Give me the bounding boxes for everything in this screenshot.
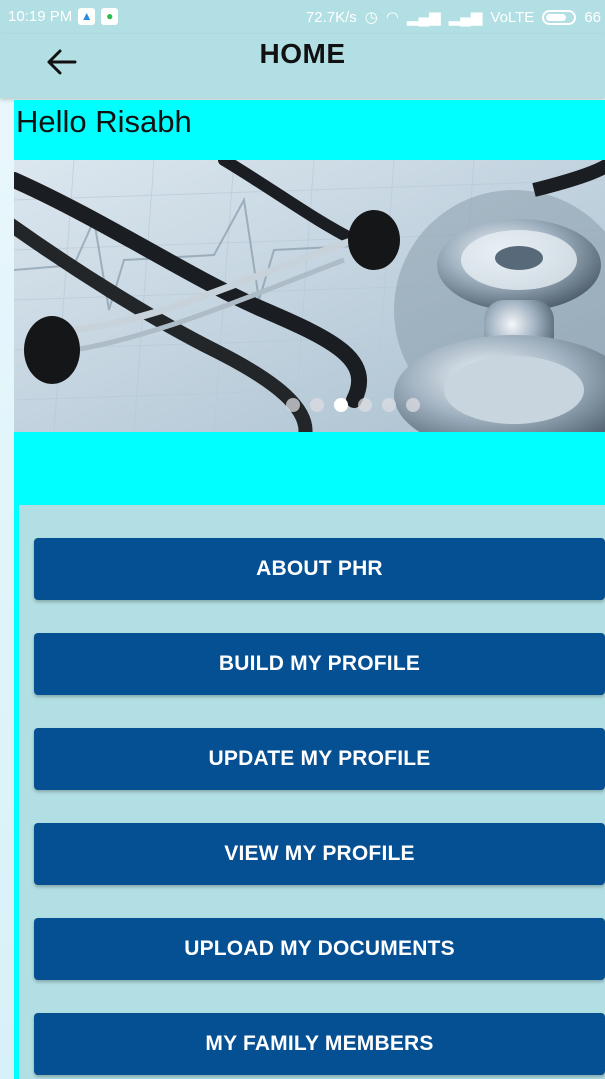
carousel-dot[interactable]	[286, 398, 300, 412]
main-content: Hello Risabh ABOUT PHR BUILD MY PROFILE …	[14, 100, 605, 1079]
app-bar: HOME	[0, 34, 605, 98]
update-profile-button[interactable]: UPDATE MY PROFILE	[34, 728, 605, 790]
carousel-dot[interactable]	[358, 398, 372, 412]
carousel-dot-active[interactable]	[334, 398, 348, 412]
about-phr-button[interactable]: ABOUT PHR	[34, 538, 605, 600]
screen-edge	[0, 0, 14, 1079]
carousel-dot[interactable]	[406, 398, 420, 412]
banner-carousel[interactable]	[14, 160, 605, 432]
stethoscope-image	[14, 160, 605, 432]
status-time: 10:19 PM	[8, 8, 73, 25]
greeting-text: Hello Risabh	[16, 104, 192, 139]
signal-icon: ▂▄▆	[448, 9, 483, 26]
upload-documents-button[interactable]: UPLOAD MY DOCUMENTS	[34, 918, 605, 980]
page-title: HOME	[259, 38, 346, 69]
alarm-icon: ◷	[364, 9, 378, 26]
signal-icon: ▂▄▆	[406, 9, 441, 26]
battery-icon	[542, 9, 577, 25]
family-members-button[interactable]: MY FAMILY MEMBERS	[34, 1013, 605, 1075]
carousel-dot[interactable]	[310, 398, 324, 412]
status-bar: 10:19 PM ▲ ● 72.7K/s ◷ ◠ ▂▄▆ ▂▄▆ VoLTE 6…	[0, 0, 605, 34]
alert-icon: ▲	[78, 8, 96, 25]
whatsapp-icon: ●	[101, 8, 119, 25]
carousel-indicator	[286, 398, 420, 412]
build-profile-button[interactable]: BUILD MY PROFILE	[34, 633, 605, 695]
battery-level: 66	[584, 8, 601, 26]
status-network: VoLTE	[490, 8, 535, 26]
view-profile-button[interactable]: VIEW MY PROFILE	[34, 823, 605, 885]
menu-panel: ABOUT PHR BUILD MY PROFILE UPDATE MY PRO…	[19, 505, 605, 1079]
wifi-icon: ◠	[385, 9, 399, 26]
carousel-dot[interactable]	[382, 398, 396, 412]
status-speed: 72.7K/s	[305, 8, 357, 26]
